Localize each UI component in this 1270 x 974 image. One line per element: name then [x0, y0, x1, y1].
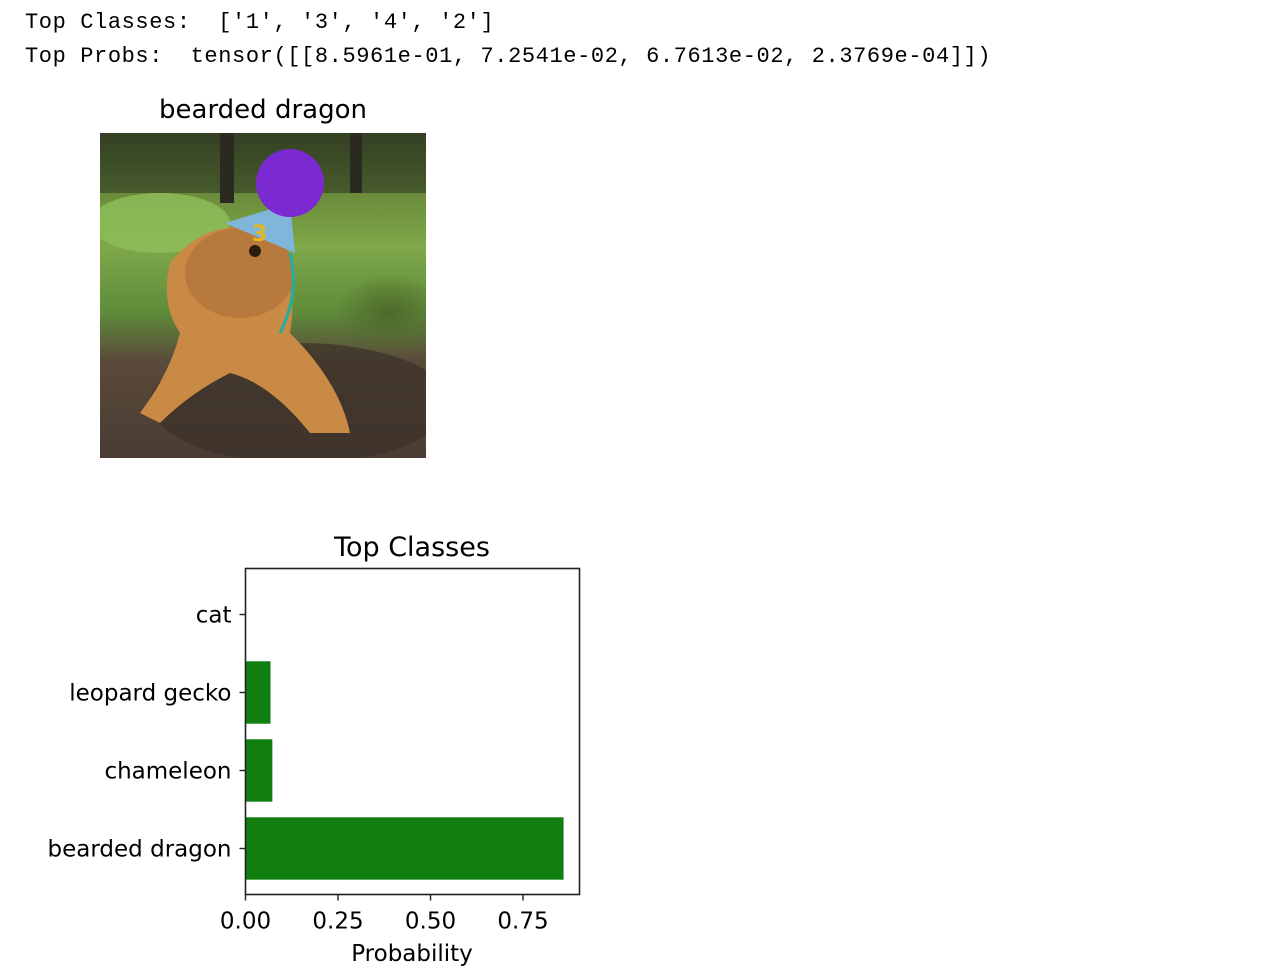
- x-tick-label: 0.75: [497, 909, 548, 935]
- y-tick-label: chameleon: [104, 758, 231, 784]
- x-axis-label: Probability: [351, 941, 473, 967]
- y-tick-label: bearded dragon: [48, 836, 232, 862]
- bar-leopard-gecko: [245, 661, 271, 724]
- x-tick-label: 0.50: [405, 909, 456, 935]
- x-tick-label: 0.00: [220, 909, 271, 935]
- chart-title: Top Classes: [333, 532, 490, 563]
- bar-chart: Top Classes bearded dragon chameleon leopa…: [48, 532, 581, 967]
- y-tick-label: cat: [196, 603, 232, 629]
- y-tick-label: leopard gecko: [69, 681, 231, 707]
- x-tick-label: 0.25: [312, 909, 363, 935]
- bar-bearded-dragon: [245, 817, 564, 880]
- bar-chameleon: [245, 739, 273, 802]
